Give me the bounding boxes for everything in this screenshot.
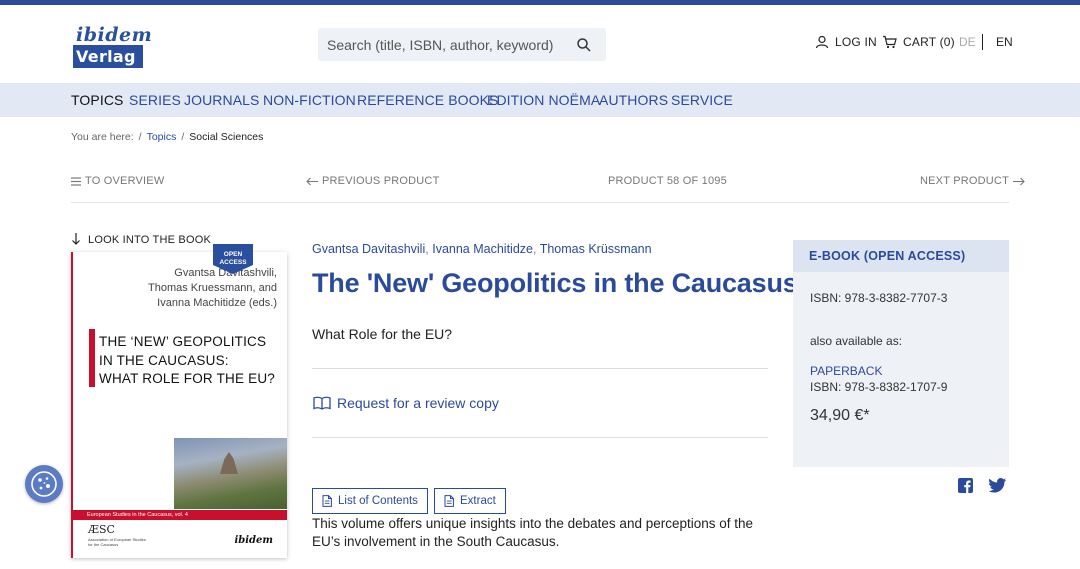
product-position: PRODUCT 58 OF 1095: [608, 175, 727, 187]
cover-author-line: Thomas Kruessmann, and: [147, 282, 277, 294]
previous-product-label: PREVIOUS PRODUCT: [322, 175, 440, 187]
to-overview-label: TO OVERVIEW: [85, 175, 165, 187]
nav-edition-noema[interactable]: EDITION NOËMA: [487, 92, 600, 108]
lang-en[interactable]: EN: [996, 35, 1013, 49]
book-cover[interactable]: Gvantsa Davitashvili, Thomas Kruessmann,…: [71, 252, 287, 558]
aesc-logo: ÆSC: [88, 523, 115, 536]
look-into-book-label: LOOK INTO THE BOOK: [88, 233, 211, 246]
extract-button[interactable]: Extract: [434, 488, 506, 514]
cover-title-line: IN THE CAUCASUS:: [99, 352, 229, 368]
list-icon: [71, 176, 81, 186]
open-book-icon: [313, 396, 331, 410]
cookie-icon: [31, 471, 57, 497]
review-copy-label: Request for a review copy: [337, 395, 499, 411]
ibidem-logo[interactable]: ibidem Verlag: [73, 24, 152, 68]
facebook-icon[interactable]: [958, 478, 973, 493]
author-separator: ,: [425, 242, 429, 256]
nav-service[interactable]: SERVICE: [671, 92, 733, 108]
extract-label: Extract: [460, 495, 496, 507]
author-link[interactable]: Gvantsa Davitashvili: [312, 242, 425, 256]
twitter-icon[interactable]: [988, 478, 1007, 493]
ebook-isbn: ISBN: 978-3-8382-7707-3: [810, 291, 948, 305]
cover-author-line: Gvantsa Davitashvili,: [174, 267, 277, 279]
list-of-contents-button[interactable]: List of Contents: [312, 488, 428, 514]
nav-series[interactable]: SERIES: [129, 92, 181, 108]
cover-title: THE ‘NEW’ GEOPOLITICS IN THE CAUCASUS: W…: [99, 333, 279, 389]
document-icon: [322, 495, 332, 507]
search-bar: [318, 28, 606, 61]
badge-line: ACCESS: [219, 259, 247, 266]
nav-authors[interactable]: AUTHORS: [599, 92, 668, 108]
search-icon[interactable]: [576, 37, 592, 53]
breadcrumb-topics[interactable]: Topics: [147, 131, 177, 143]
main-nav: TOPICS SERIES JOURNALS NON-FICTION REFER…: [0, 83, 1080, 117]
product-description: This volume offers unique insights into …: [312, 516, 754, 549]
logo-text-ibidem: ibidem: [76, 24, 153, 46]
search-input[interactable]: [327, 34, 567, 55]
product-authors: Gvantsa Davitashvili, Ivanna Machitidze,…: [312, 242, 652, 256]
login-link[interactable]: LOG IN: [815, 35, 877, 49]
breadcrumb-current: Social Sciences: [189, 131, 264, 143]
arrow-right-icon: [1012, 177, 1025, 185]
breadcrumb-separator: /: [138, 131, 142, 143]
cover-publisher: ibidem: [234, 535, 273, 546]
next-product-label: NEXT PRODUCT: [920, 175, 1009, 187]
price: 34,90 €*: [810, 407, 870, 424]
cover-authors: Gvantsa Davitashvili, Thomas Kruessmann,…: [97, 266, 277, 311]
cover-title-bar: [89, 329, 95, 387]
nav-journals[interactable]: JOURNALS: [184, 92, 259, 108]
document-icon: [444, 495, 454, 507]
nav-topics[interactable]: TOPICS: [71, 92, 123, 108]
author-link[interactable]: Thomas Krüssmann: [540, 242, 652, 256]
pager-divider: [71, 202, 1009, 203]
divider: [312, 437, 768, 438]
aesc-subtitle: Association of European Studies for the …: [88, 537, 146, 547]
user-icon: [815, 35, 829, 49]
cover-title-line: WHAT ROLE FOR THE EU?: [99, 371, 275, 386]
edition-box: E-BOOK (OPEN ACCESS) ISBN: 978-3-8382-77…: [793, 240, 1009, 467]
breadcrumb-prefix: You are here:: [71, 131, 134, 143]
cover-series: European Studies in the Caucasus, vol. 4: [71, 510, 287, 520]
author-link[interactable]: Ivanna Machitidze: [432, 242, 533, 256]
previous-product-link[interactable]: PREVIOUS PRODUCT: [306, 175, 440, 187]
next-product-link[interactable]: NEXT PRODUCT: [920, 175, 1025, 187]
divider: [312, 368, 768, 369]
cart-label: CART (0): [903, 35, 955, 49]
breadcrumb-separator: /: [181, 131, 185, 143]
lang-divider: [982, 34, 983, 50]
product-subtitle: What Role for the EU?: [312, 326, 453, 342]
cart-icon: [883, 35, 897, 49]
nav-reference-books[interactable]: REFERENCE BOOKS: [357, 92, 499, 108]
top-accent-bar: [0, 0, 1080, 5]
nav-non-fiction[interactable]: NON-FICTION: [263, 92, 356, 108]
also-available-label: also available as:: [810, 334, 903, 348]
list-of-contents-label: List of Contents: [338, 495, 418, 507]
login-label: LOG IN: [835, 35, 877, 49]
cover-photo-mountain-church: [174, 438, 287, 509]
look-into-book-link[interactable]: LOOK INTO THE BOOK: [71, 233, 211, 246]
church-shape: [220, 452, 238, 474]
paperback-isbn: ISBN: 978-3-8382-1707-9: [810, 380, 948, 394]
to-overview-link[interactable]: TO OVERVIEW: [71, 175, 164, 187]
author-separator: ,: [532, 242, 537, 256]
product-position-label: PRODUCT 58 OF 1095: [608, 175, 727, 187]
lang-de[interactable]: DE: [959, 35, 976, 49]
cover-author-line: Ivanna Machitidze (eds.): [157, 297, 277, 309]
arrow-left-icon: [306, 177, 318, 185]
badge-line: OPEN: [223, 251, 243, 258]
logo-text-verlag: Verlag: [73, 45, 143, 68]
cart-link[interactable]: CART (0): [882, 35, 955, 49]
arrow-down-left-icon: [72, 233, 80, 245]
cover-title-line: THE ‘NEW’ GEOPOLITICS: [99, 334, 267, 349]
paperback-link[interactable]: PAPERBACK: [810, 364, 882, 378]
breadcrumb: You are here: / Topics / Social Sciences: [71, 131, 263, 143]
review-copy-link[interactable]: Request for a review copy: [313, 395, 499, 411]
edition-heading: E-BOOK (OPEN ACCESS): [793, 240, 1009, 272]
product-title: The 'New' Geopolitics in the Caucasus: [312, 268, 798, 298]
cookie-settings-button[interactable]: [25, 465, 63, 503]
